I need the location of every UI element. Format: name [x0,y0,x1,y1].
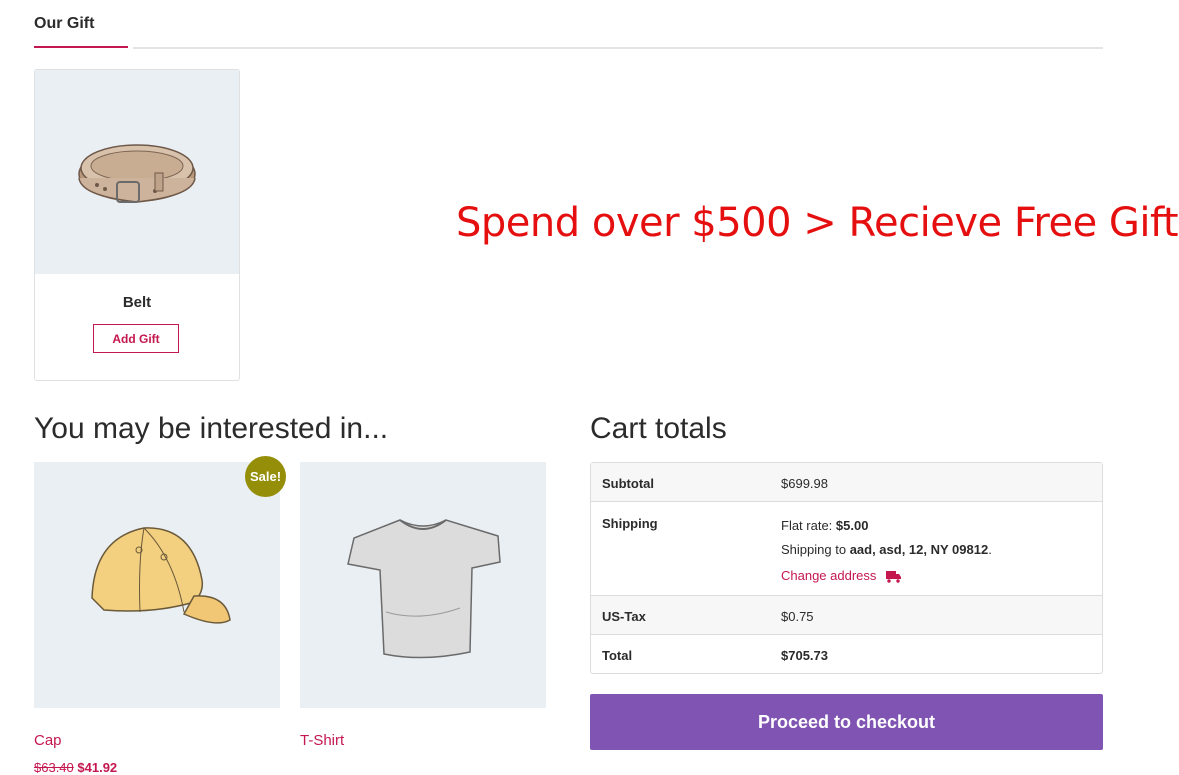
cart-totals-title: Cart totals [590,412,727,445]
shipping-destination: Shipping to aad, asd, 12, NY 09812. [781,542,992,557]
tax-row: US-Tax $0.75 [591,596,1102,635]
add-gift-button[interactable]: Add Gift [93,324,179,353]
tab-active-indicator [34,46,128,48]
change-address-link[interactable]: Change address [781,568,902,583]
subtotal-row: Subtotal $699.98 [591,463,1102,502]
proceed-to-checkout-button[interactable]: Proceed to checkout [590,694,1103,750]
tab-divider [133,47,1103,49]
shipping-label: Shipping [602,516,658,531]
tax-label: US-Tax [602,609,646,624]
gift-product-name: Belt [122,294,152,311]
subtotal-label: Subtotal [602,476,654,491]
gift-card: Belt Add Gift [34,69,240,381]
product-card-cap: Cap $63.40 $41.92 [34,462,280,775]
product-card-tshirt: T-Shirt [300,462,546,749]
product-name-tshirt[interactable]: T-Shirt [300,732,344,749]
subtotal-value: $699.98 [781,476,828,491]
tshirt-image[interactable] [300,462,546,708]
cart-totals-table: Subtotal $699.98 Shipping Flat rate: $5.… [590,462,1103,674]
gift-tabbar: Our Gift [34,0,1103,50]
total-value: $705.73 [781,648,828,663]
related-products-title: You may be interested in... [34,412,389,445]
sale-badge: Sale! [245,456,286,497]
total-row: Total $705.73 [591,635,1102,673]
promo-banner: Spend over $500 > Recieve Free Gift [456,200,1179,246]
flat-rate-value: $5.00 [835,518,869,533]
tax-value: $0.75 [781,609,814,624]
tab-our-gift[interactable]: Our Gift [34,15,94,33]
belt-image[interactable] [35,70,239,274]
truck-icon [886,571,902,583]
flat-rate: Flat rate: $5.00 [781,518,869,533]
shipping-address: aad, asd, 12, NY 09812 [849,542,989,557]
total-label: Total [602,648,633,663]
cap-image[interactable] [34,462,280,708]
product-name-cap[interactable]: Cap [34,732,62,749]
shipping-row: Shipping Flat rate: $5.00 Shipping to aa… [591,502,1102,596]
